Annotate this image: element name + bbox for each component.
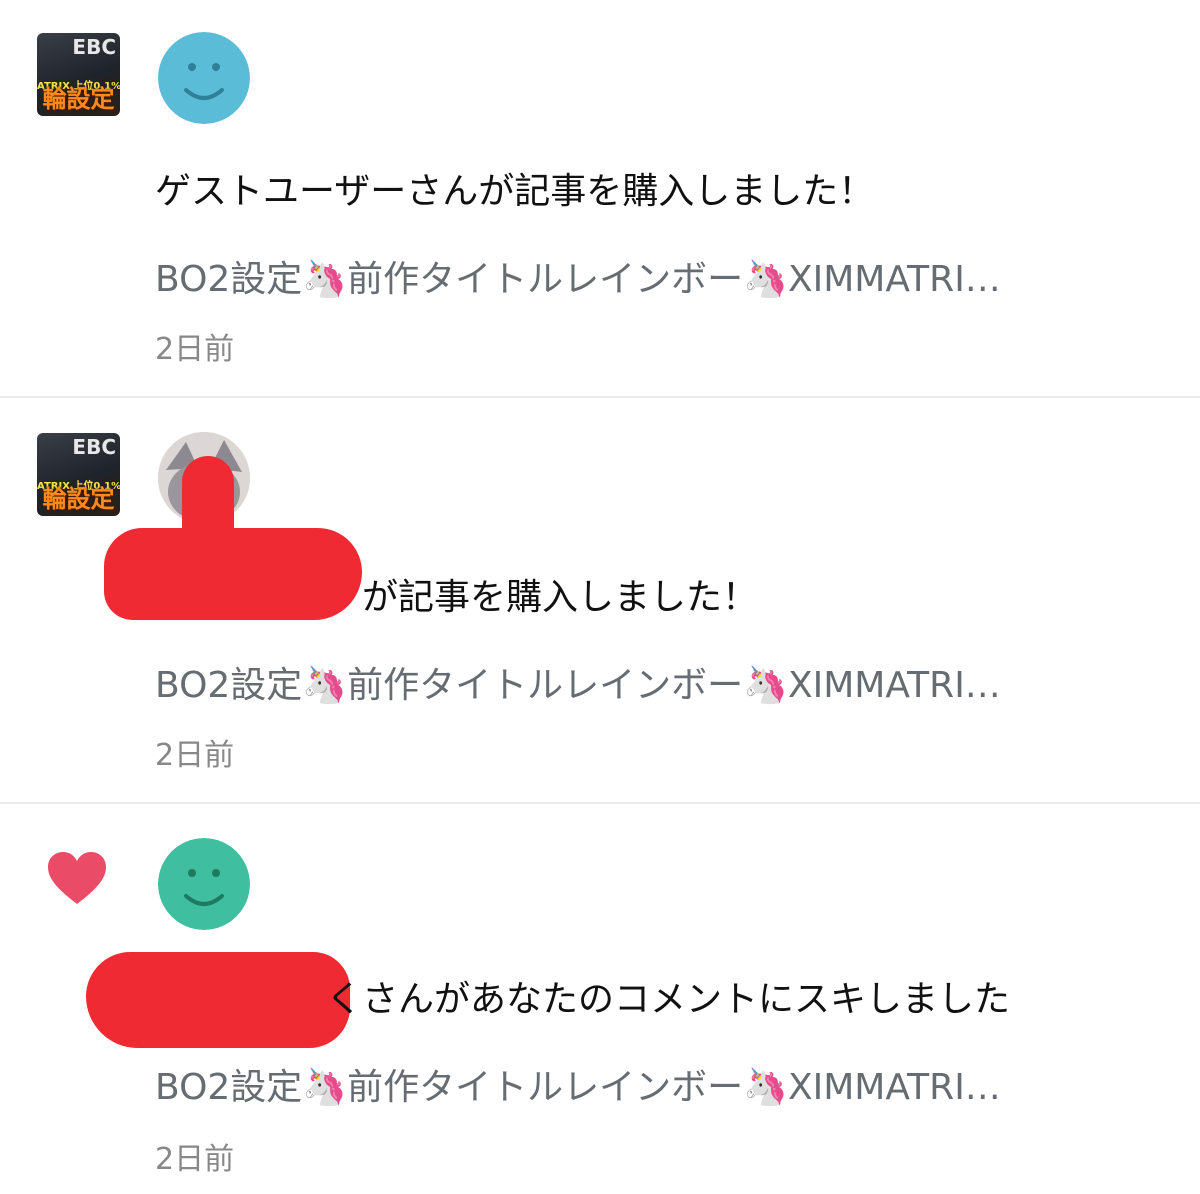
notification-title: が記事を購入しました！: [362, 577, 759, 618]
article-link[interactable]: BO2設定🦄前作タイトルレインボー🦄XIMMATRI…: [155, 1058, 1001, 1110]
notification-item[interactable]: くさんがあなたのコメントにスキしました BO2設定🦄前作タイトルレインボー🦄XI…: [0, 806, 1200, 1194]
article-link[interactable]: BO2設定🦄前作タイトルレインボー🦄XIMMATRI…: [155, 656, 1001, 708]
redaction-mark: [104, 528, 362, 620]
redaction-mark: [86, 952, 350, 1048]
thumbnail-main-text: 輪設定: [42, 485, 115, 513]
timestamp: 2日前: [155, 1142, 235, 1177]
timestamp: 2日前: [155, 332, 235, 367]
article-thumbnail[interactable]: EBC ATRIX 上位0.1%の 輪設定: [37, 433, 120, 516]
thumbnail-main-text: 輪設定: [42, 85, 115, 113]
notification-item[interactable]: EBC ATRIX 上位0.1%の 輪設定 ゲストユーザーさんが記事を購入しまし…: [0, 0, 1200, 398]
heart-icon: [48, 852, 106, 904]
article-thumbnail[interactable]: EBC ATRIX 上位0.1%の 輪設定: [37, 33, 120, 116]
avatar[interactable]: [158, 838, 250, 930]
article-link[interactable]: BO2設定🦄前作タイトルレインボー🦄XIMMATRI…: [155, 250, 1001, 302]
thumbnail-top-text: EBC: [72, 35, 116, 59]
smile-green-icon: [158, 838, 250, 930]
notification-item[interactable]: EBC ATRIX 上位0.1%の 輪設定 が記事を購入しました！ BO2設定🦄…: [0, 400, 1200, 804]
thumbnail-top-text: EBC: [72, 435, 116, 459]
timestamp: 2日前: [155, 738, 235, 773]
smile-blue-icon: [158, 32, 250, 124]
notification-title: くさんがあなたのコメントにスキしました: [326, 979, 1011, 1020]
notification-title: ゲストユーザーさんが記事を購入しました！: [155, 171, 875, 212]
avatar[interactable]: [158, 32, 250, 124]
